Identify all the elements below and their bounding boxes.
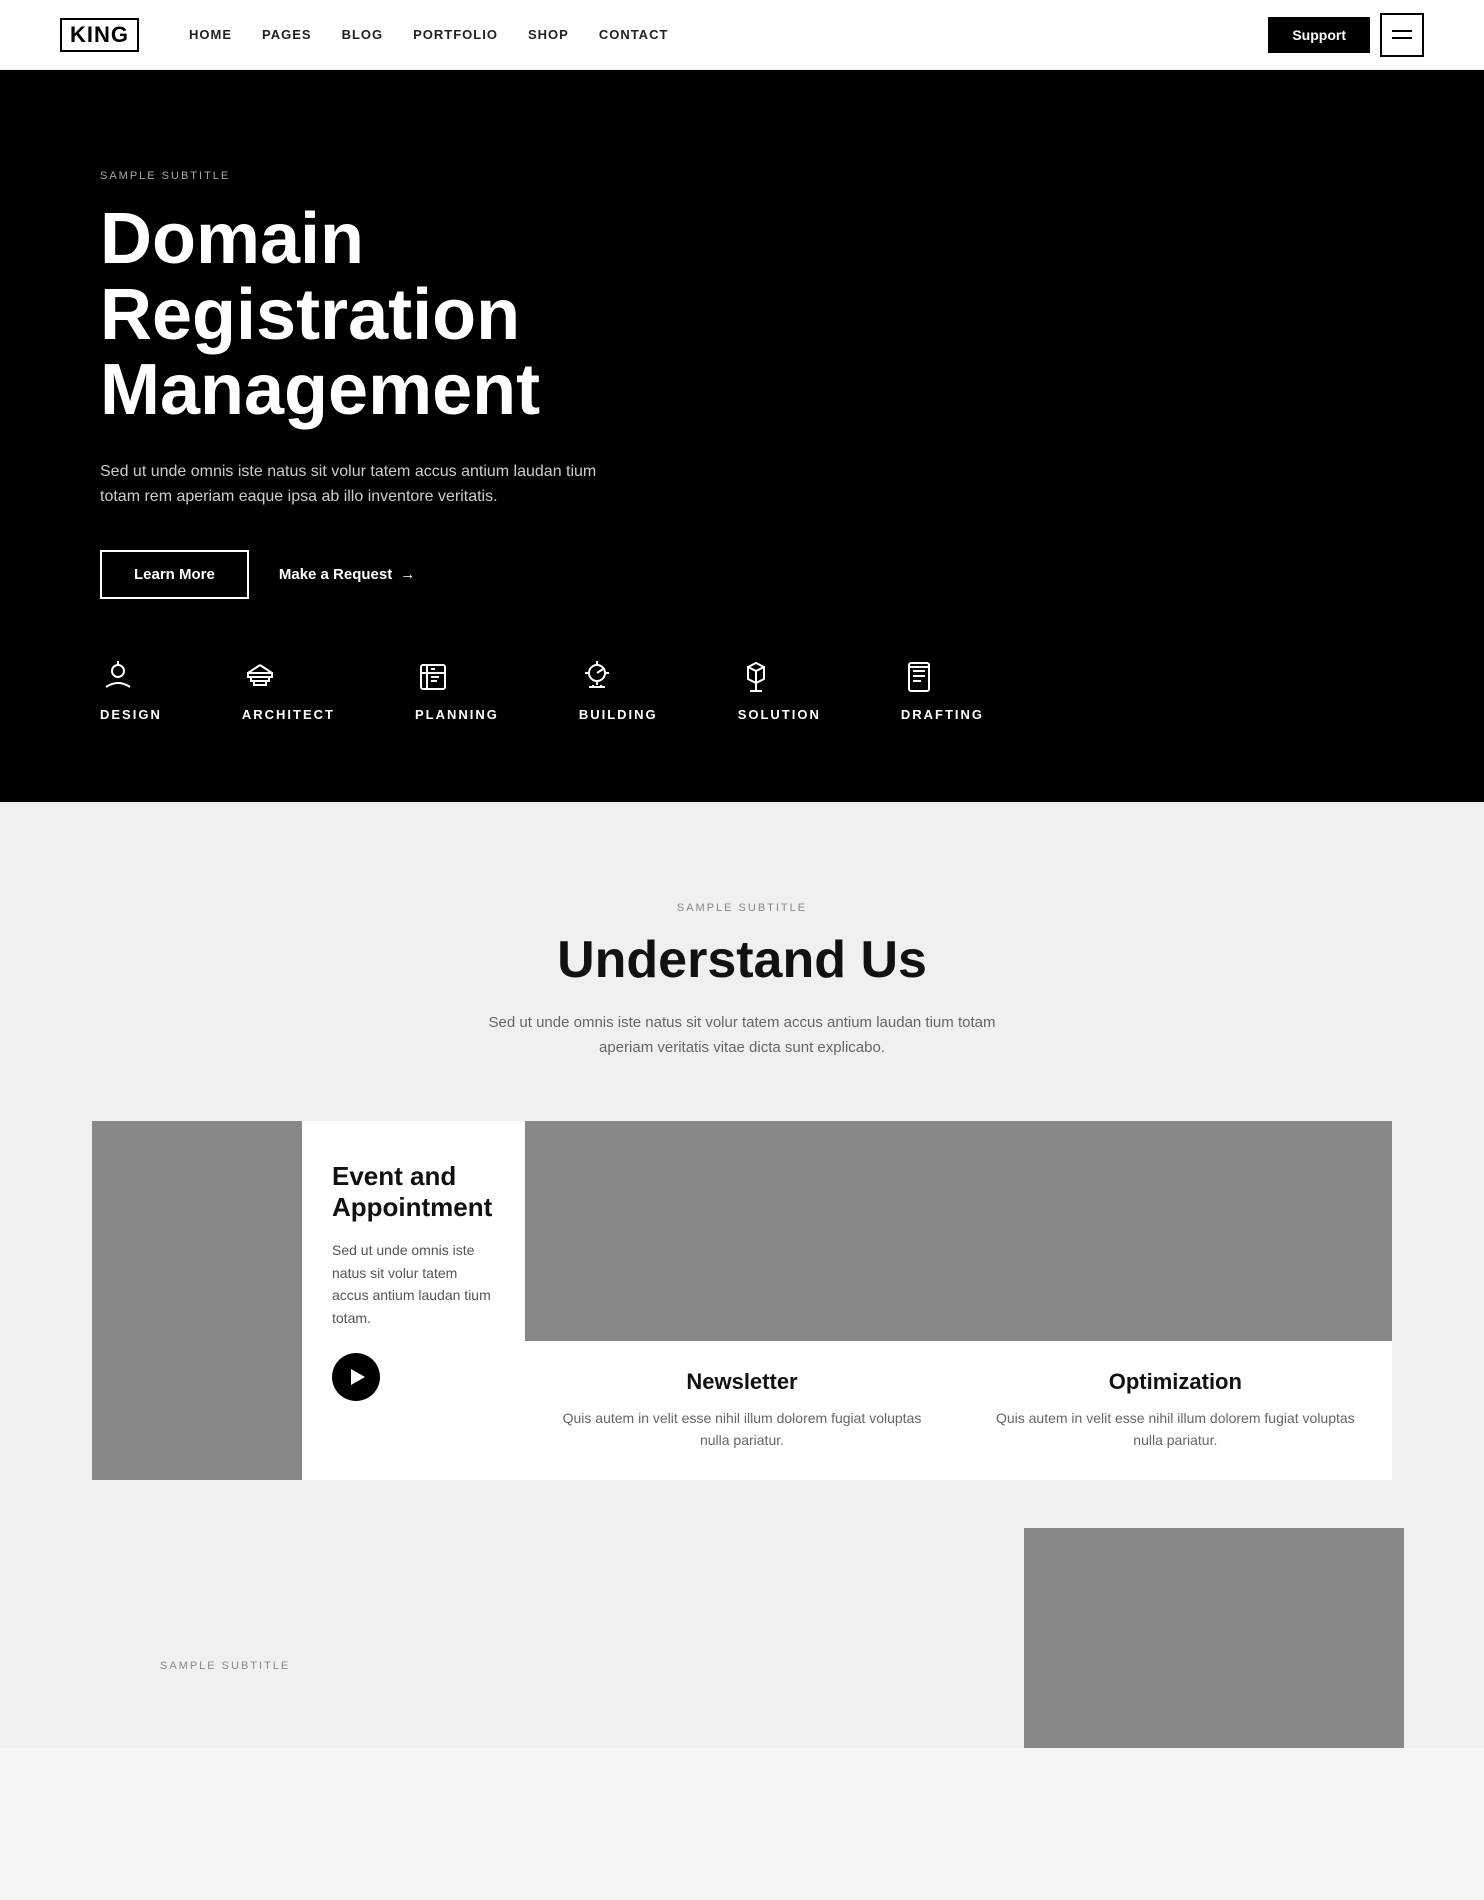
hero-buttons: Learn More Make a Request → (100, 550, 700, 599)
hero-description: Sed ut unde omnis iste natus sit volur t… (100, 459, 620, 510)
card-optimization-description: Quis autem in velit esse nihil illum dol… (983, 1407, 1368, 1452)
nav-home[interactable]: HOME (189, 27, 232, 42)
section-subtitle: SAMPLE SUBTITLE (80, 902, 1404, 914)
icon-item-design: DESIGN (100, 659, 162, 722)
card-optimization-image (959, 1121, 1392, 1341)
cards-grid: Event and Appointment Sed ut unde omnis … (92, 1121, 1392, 1480)
nav-portfolio[interactable]: PORTFOLIO (413, 27, 498, 42)
card-newsletter-title: Newsletter (549, 1369, 934, 1395)
nav-blog[interactable]: BLOG (342, 27, 384, 42)
card-large-description: Sed ut unde omnis iste natus sit volur t… (332, 1239, 495, 1329)
card-large-title: Event and Appointment (332, 1161, 495, 1223)
hero-subtitle: SAMPLE SUBTITLE (100, 170, 700, 182)
make-request-text: Make a Request (279, 566, 392, 583)
logo[interactable]: KING (60, 18, 139, 52)
architect-label: ARCHITECT (242, 707, 335, 722)
card-event-appointment: Event and Appointment Sed ut unde omnis … (92, 1121, 525, 1480)
planning-label: PLANNING (415, 707, 499, 722)
arrow-icon: → (400, 566, 415, 583)
navbar: KING HOME PAGES BLOG PORTFOLIO SHOP CONT… (0, 0, 1484, 70)
card-large-image (92, 1121, 302, 1480)
drafting-label: DRAFTING (901, 707, 984, 722)
planning-icon (415, 659, 451, 695)
menu-line-1 (1392, 30, 1412, 32)
nav-links: HOME PAGES BLOG PORTFOLIO SHOP CONTACT (189, 26, 668, 44)
hero-content: SAMPLE SUBTITLE Domain Registration Mana… (100, 170, 700, 599)
design-label: DESIGN (100, 707, 162, 722)
navbar-left: KING HOME PAGES BLOG PORTFOLIO SHOP CONT… (60, 18, 668, 52)
card-optimization: Optimization Quis autem in velit esse ni… (959, 1121, 1392, 1480)
card-optimization-title: Optimization (983, 1369, 1368, 1395)
hero-section: SAMPLE SUBTITLE Domain Registration Mana… (0, 70, 1484, 802)
nav-contact[interactable]: CONTACT (599, 27, 669, 42)
card-newsletter-image (525, 1121, 958, 1341)
nav-pages[interactable]: PAGES (262, 27, 312, 42)
card-newsletter-content: Newsletter Quis autem in velit esse nihi… (525, 1341, 958, 1480)
drafting-icon (901, 659, 937, 695)
building-icon (579, 659, 615, 695)
icon-item-architect: ARCHITECT (242, 659, 335, 722)
menu-line-2 (1392, 37, 1412, 39)
solution-icon (738, 659, 774, 695)
icon-item-solution: SOLUTION (738, 659, 821, 722)
navbar-right: Support (1268, 13, 1424, 57)
card-large-content: Event and Appointment Sed ut unde omnis … (302, 1121, 525, 1480)
design-icon (100, 659, 136, 695)
architect-icon (242, 659, 278, 695)
hamburger-menu-button[interactable] (1380, 13, 1424, 57)
bottom-preview-section: SAMPLE SUBTITLE (0, 1580, 1484, 1748)
hero-title: Domain Registration Management (100, 202, 700, 429)
icon-item-drafting: DRAFTING (901, 659, 984, 722)
play-button[interactable] (332, 1353, 380, 1401)
understand-section: SAMPLE SUBTITLE Understand Us Sed ut und… (0, 802, 1484, 1580)
icon-bar: DESIGN ARCHITECT PLANNING (100, 599, 1384, 722)
building-label: BUILDING (579, 707, 658, 722)
section-title: Understand Us (80, 930, 1404, 990)
learn-more-button[interactable]: Learn More (100, 550, 249, 599)
icon-item-planning: PLANNING (415, 659, 499, 722)
bottom-subtitle: SAMPLE SUBTITLE (160, 1660, 290, 1672)
card-newsletter: Newsletter Quis autem in velit esse nihi… (525, 1121, 958, 1480)
section-description: Sed ut unde omnis iste natus sit volur t… (462, 1010, 1022, 1061)
nav-shop[interactable]: SHOP (528, 27, 569, 42)
bottom-image-placeholder (1024, 1528, 1404, 1748)
icon-item-building: BUILDING (579, 659, 658, 722)
section-header: SAMPLE SUBTITLE Understand Us Sed ut und… (80, 902, 1404, 1061)
support-button[interactable]: Support (1268, 17, 1370, 53)
card-newsletter-description: Quis autem in velit esse nihil illum dol… (549, 1407, 934, 1452)
card-optimization-content: Optimization Quis autem in velit esse ni… (959, 1341, 1392, 1480)
solution-label: SOLUTION (738, 707, 821, 722)
make-request-link[interactable]: Make a Request → (279, 566, 415, 583)
